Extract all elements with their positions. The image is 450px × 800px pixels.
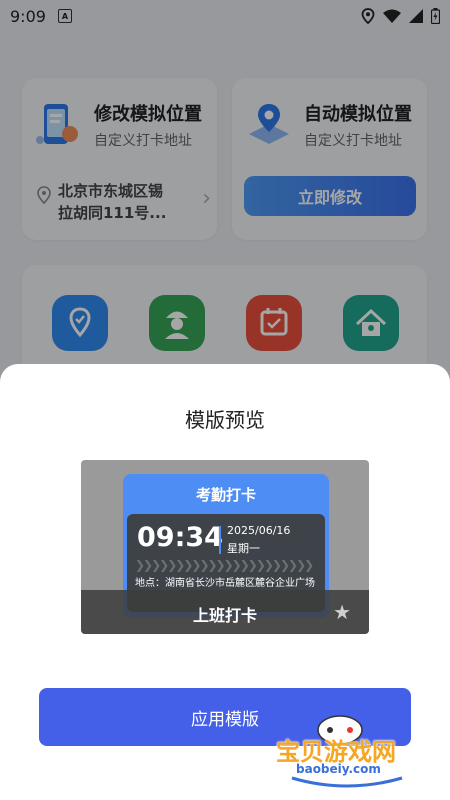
punch-time: 09:34 [137, 522, 223, 553]
punch-location: 地点：湖南省长沙市岳麓区麓谷企业广场 [135, 578, 315, 589]
template-preview: 考勤打卡 09:34 2025/06/16 星期一 ❯❯❯❯❯❯❯❯❯❯❯❯❯❯… [81, 460, 369, 634]
punch-weekday: 星期一 [227, 542, 260, 555]
watermark: 宝贝游戏网 baobeiy.com [272, 708, 422, 788]
attendance-title: 考勤打卡 [195, 486, 256, 504]
star-icon[interactable]: ★ [333, 600, 351, 624]
time-divider [219, 526, 221, 554]
punch-label: 上班打卡 [192, 606, 257, 625]
sheet-title: 模版预览 [185, 408, 265, 432]
punch-date: 2025/06/16 [227, 524, 291, 537]
chevron-strip-icon: ❯❯❯❯❯❯❯❯❯❯❯❯❯❯❯❯❯❯❯❯❯❯ [135, 558, 314, 572]
punch-band: 上班打卡 ★ [81, 590, 369, 634]
watermark-url: baobeiy.com [296, 762, 381, 776]
